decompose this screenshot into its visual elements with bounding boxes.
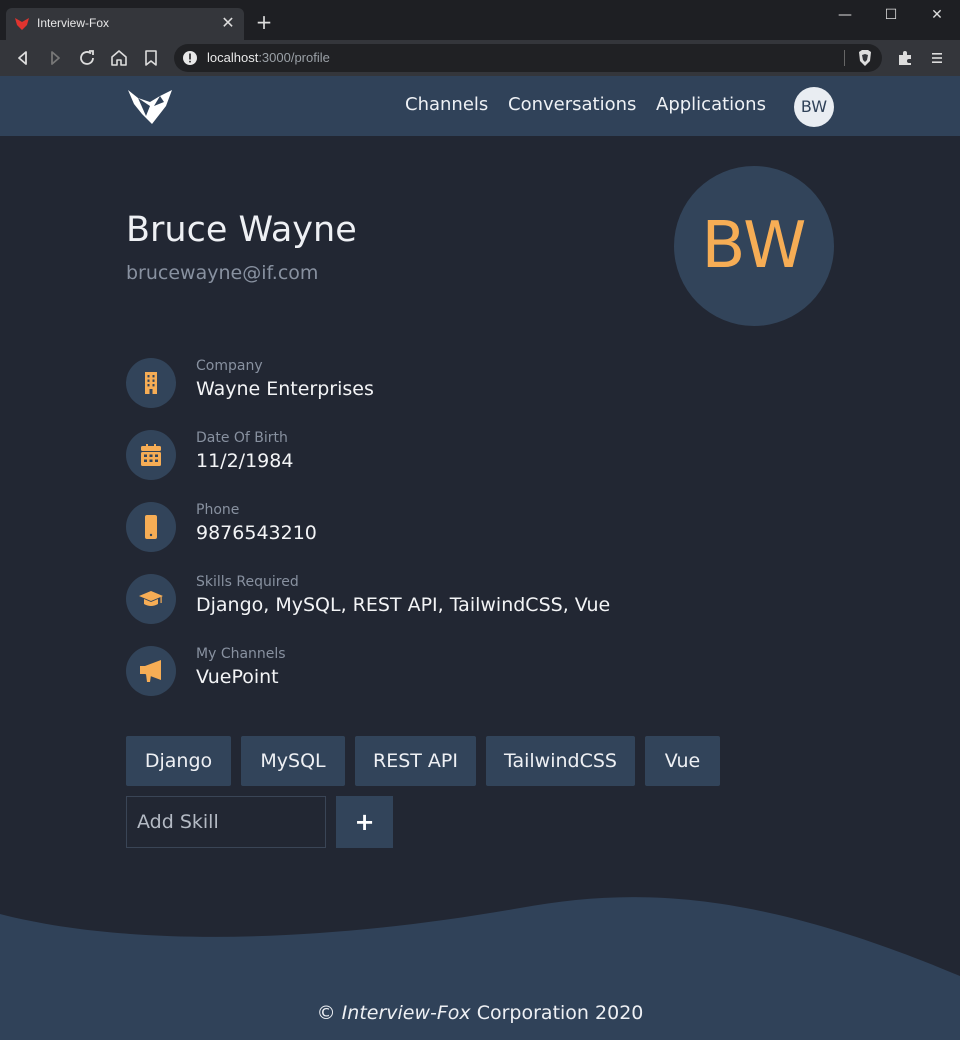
info-label: Phone bbox=[196, 502, 240, 518]
site-info-icon[interactable] bbox=[182, 50, 198, 66]
fox-logo-icon[interactable] bbox=[124, 84, 176, 128]
tab-close-icon[interactable]: ✕ bbox=[218, 13, 238, 33]
brave-shield-icon[interactable] bbox=[857, 49, 873, 67]
fox-favicon-icon bbox=[15, 18, 29, 30]
url-host: localhost bbox=[207, 50, 259, 65]
info-icon-badge bbox=[126, 574, 176, 624]
app-navbar: Channels Conversations Applications BW bbox=[0, 76, 960, 136]
nav-link-conversations[interactable]: Conversations bbox=[508, 94, 636, 115]
close-window-button[interactable]: ✕ bbox=[914, 4, 960, 30]
calendar-icon bbox=[141, 444, 161, 466]
info-label: My Channels bbox=[196, 646, 286, 662]
add-skill-input[interactable] bbox=[126, 796, 326, 848]
back-icon[interactable] bbox=[11, 46, 35, 70]
nav-link-channels[interactable]: Channels bbox=[405, 94, 488, 115]
footer-copyright: © Interview-Fox Corporation 2020 bbox=[0, 1002, 960, 1024]
info-label: Skills Required bbox=[196, 574, 299, 590]
profile-name: Bruce Wayne bbox=[126, 210, 357, 250]
home-icon[interactable] bbox=[107, 46, 131, 70]
info-row-phone: Phone 9876543210 bbox=[126, 502, 726, 558]
info-value: 9876543210 bbox=[196, 522, 317, 544]
maximize-button[interactable]: ☐ bbox=[868, 4, 914, 30]
reload-icon[interactable] bbox=[75, 46, 99, 70]
info-value: Django, MySQL, REST API, TailwindCSS, Vu… bbox=[196, 594, 611, 616]
browser-tab[interactable]: Interview-Fox ✕ bbox=[6, 8, 244, 40]
mobile-phone-icon bbox=[145, 515, 157, 539]
info-value: 11/2/1984 bbox=[196, 450, 294, 472]
address-bar-divider bbox=[844, 50, 845, 66]
add-skill-button[interactable]: + bbox=[336, 796, 393, 848]
url-path: :3000/profile bbox=[258, 50, 330, 65]
copyright-symbol: © bbox=[316, 1002, 336, 1024]
building-icon bbox=[145, 372, 157, 394]
extensions-icon[interactable] bbox=[893, 46, 917, 70]
address-bar[interactable]: localhost:3000/profile bbox=[174, 44, 882, 72]
megaphone-icon bbox=[140, 660, 161, 682]
tab-title: Interview-Fox bbox=[37, 16, 110, 30]
info-icon-badge bbox=[126, 502, 176, 552]
skill-tag-rest-api[interactable]: REST API bbox=[355, 736, 476, 786]
footer-brand: Interview-Fox bbox=[341, 1002, 471, 1024]
skill-tag-mysql[interactable]: MySQL bbox=[241, 736, 345, 786]
browser-toolbar: localhost:3000/profile bbox=[0, 40, 960, 76]
profile-avatar: BW bbox=[674, 166, 834, 326]
info-row-skills-required: Skills Required Django, MySQL, REST API,… bbox=[126, 574, 726, 630]
bookmark-icon[interactable] bbox=[139, 46, 163, 70]
footer-suffix: Corporation 2020 bbox=[476, 1002, 644, 1024]
graduation-cap-icon bbox=[139, 591, 163, 606]
info-icon-badge bbox=[126, 646, 176, 696]
skill-tag-tailwindcss[interactable]: TailwindCSS bbox=[486, 736, 635, 786]
info-icon-badge bbox=[126, 358, 176, 408]
info-row-my-channels: My Channels VuePoint bbox=[126, 646, 726, 702]
user-avatar[interactable]: BW bbox=[794, 87, 834, 127]
info-row-company: Company Wayne Enterprises bbox=[126, 358, 726, 414]
new-tab-button[interactable]: + bbox=[252, 10, 276, 34]
info-row-date-of-birth: Date Of Birth 11/2/1984 bbox=[126, 430, 726, 486]
url-text: localhost:3000/profile bbox=[207, 50, 330, 65]
info-value: VuePoint bbox=[196, 666, 279, 688]
skill-tag-vue[interactable]: Vue bbox=[645, 736, 720, 786]
info-icon-badge bbox=[126, 430, 176, 480]
menu-icon[interactable] bbox=[925, 46, 949, 70]
info-label: Date Of Birth bbox=[196, 430, 288, 446]
forward-icon[interactable] bbox=[43, 46, 67, 70]
minimize-button[interactable]: — bbox=[822, 4, 868, 30]
skill-tag-django[interactable]: Django bbox=[126, 736, 231, 786]
info-value: Wayne Enterprises bbox=[196, 378, 374, 400]
browser-tab-bar: Interview-Fox ✕ + — ☐ ✕ bbox=[0, 0, 960, 40]
profile-email: brucewayne@if.com bbox=[126, 262, 319, 284]
nav-link-applications[interactable]: Applications bbox=[656, 94, 766, 115]
info-label: Company bbox=[196, 358, 263, 374]
